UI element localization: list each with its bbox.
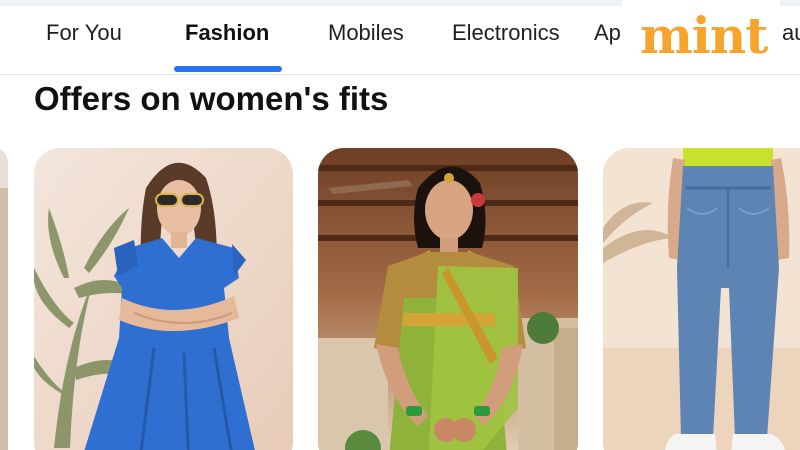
active-tab-indicator <box>174 66 282 72</box>
tab-partial-right[interactable]: au <box>782 20 800 46</box>
tab-electronics[interactable]: Electronics <box>452 20 560 46</box>
product-card-jeans[interactable] <box>603 148 800 450</box>
woman-silk-saree-image <box>318 148 578 450</box>
mint-logo-text: mint <box>640 6 768 65</box>
section-title: Offers on women's fits <box>34 80 389 117</box>
mint-watermark: mint <box>622 0 780 74</box>
woman-blue-dress-image <box>34 148 293 450</box>
tab-for-you[interactable]: For You <box>46 20 122 46</box>
product-card-partial-left[interactable] <box>0 148 8 450</box>
woman-jeans-image <box>603 148 800 450</box>
product-card-blue-dress[interactable] <box>34 148 293 450</box>
tab-fashion[interactable]: Fashion <box>185 20 269 46</box>
tab-appliances-partial[interactable]: Ap <box>594 20 621 46</box>
product-card-saree[interactable] <box>318 148 578 450</box>
page: For You Fashion Mobiles Electronics Ap a… <box>0 0 800 450</box>
tab-mobiles[interactable]: Mobiles <box>328 20 404 46</box>
